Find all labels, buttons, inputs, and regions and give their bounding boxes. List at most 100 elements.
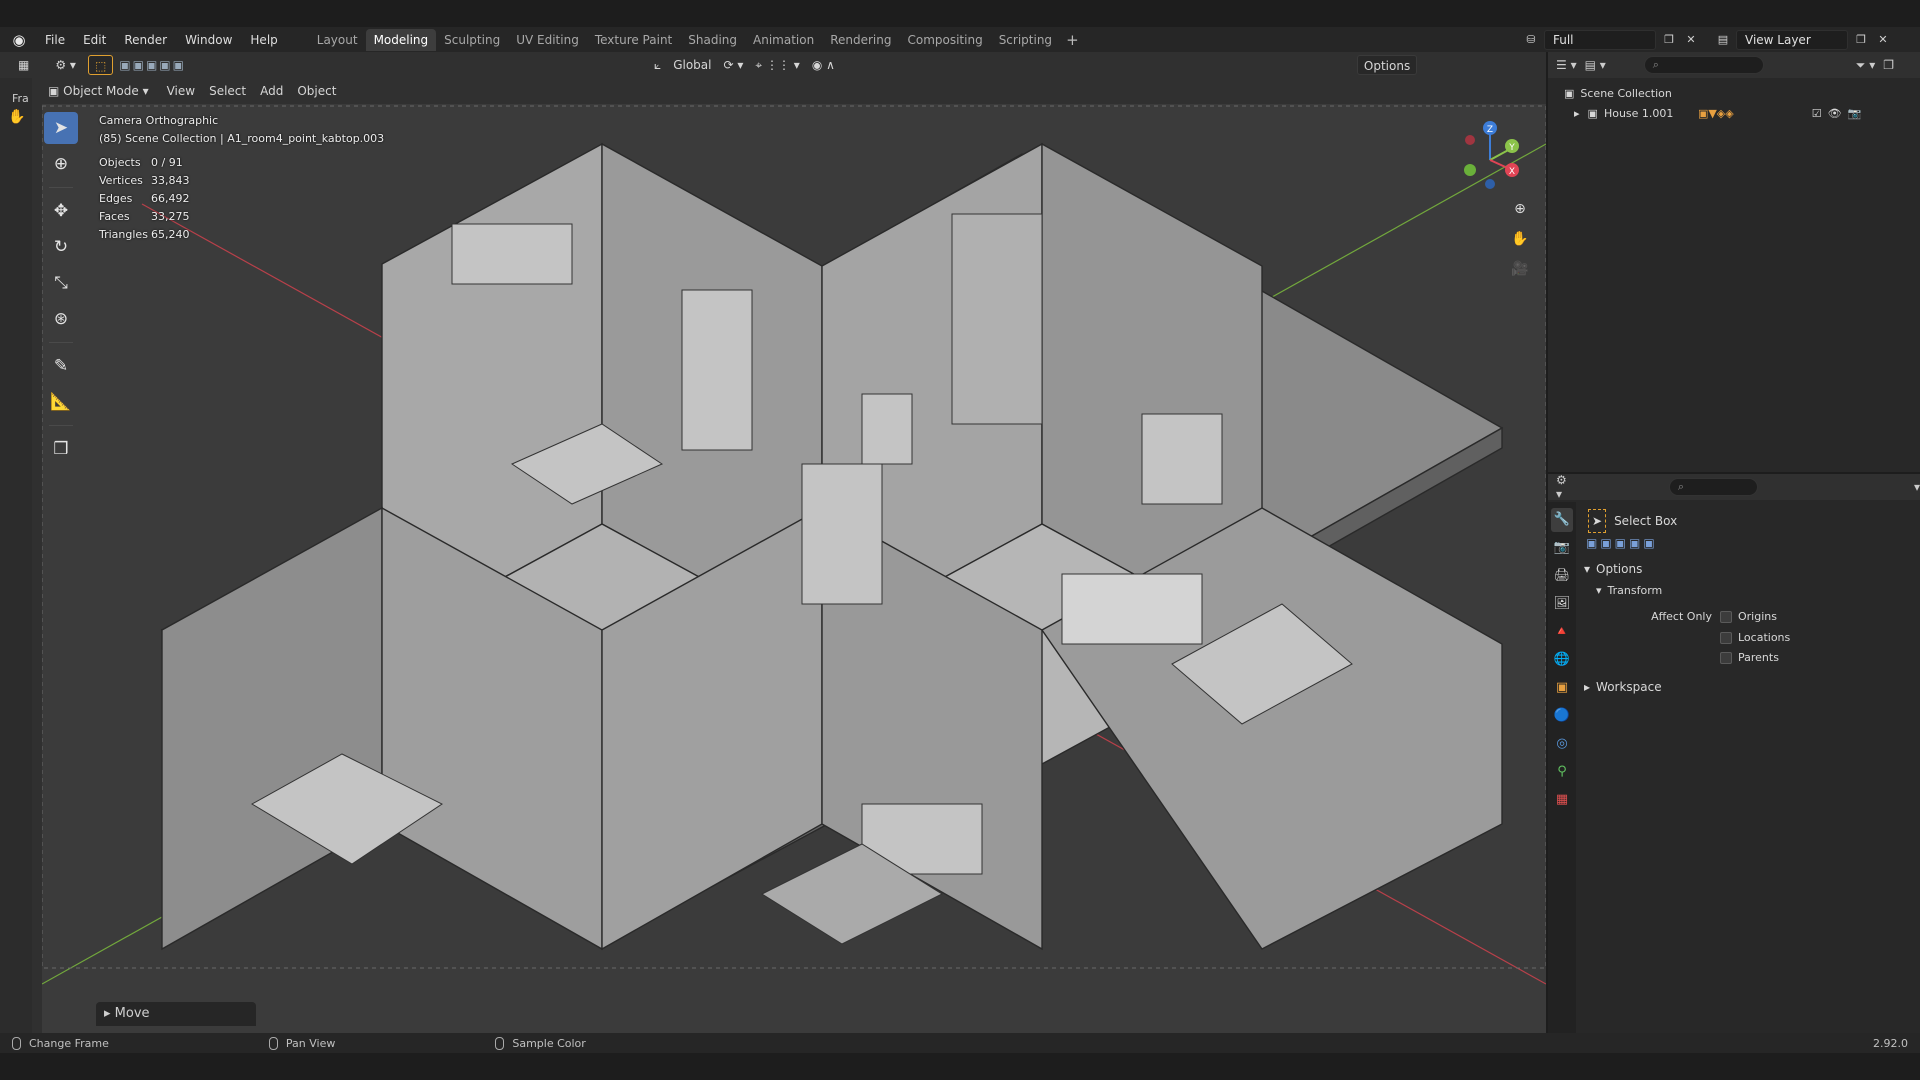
display-mode-icon[interactable]: ▤ ▾ — [1585, 58, 1606, 72]
editor-type-icon[interactable]: ▦ — [12, 55, 35, 75]
tab-modeling[interactable]: Modeling — [365, 28, 437, 51]
world-tab-icon[interactable]: 🌐 — [1551, 648, 1573, 672]
physics-tab-icon[interactable]: ◎ — [1551, 732, 1573, 756]
properties-body: ➤ Select Box ▣▣▣▣▣ ▾ Options ▾ Transform A… — [1580, 502, 1920, 698]
shower-model[interactable] — [951, 213, 1043, 425]
constraint-tab-icon[interactable]: ⚲ — [1551, 760, 1573, 784]
delete-scene-icon[interactable]: ✕ — [1682, 31, 1700, 49]
camera-view-icon[interactable]: 🎥 — [1507, 256, 1533, 282]
transform-tool-icon[interactable]: ⊛ — [44, 303, 78, 335]
origins-checkbox[interactable] — [1720, 611, 1732, 623]
pivot-point-icon[interactable]: ⟳ ▾ — [717, 55, 749, 75]
pan-view-icon[interactable]: ✋ — [1507, 226, 1533, 252]
visibility-eye-icon[interactable]: 👁 — [1828, 104, 1842, 124]
scene-name-field[interactable]: Full house_1_A1 — [1544, 29, 1656, 65]
outliner-item-house[interactable]: ▸ ▣ House 1.001 ▣▼◈◈ ☑ 👁 📷 — [1548, 104, 1920, 124]
tool-tab-icon[interactable]: 🔧 — [1551, 508, 1573, 532]
zoom-view-icon[interactable]: ⊕ — [1507, 196, 1533, 222]
scene-tab-icon[interactable]: 🔺 — [1551, 620, 1573, 644]
filter-icon[interactable]: ⏷ ▾ — [1856, 58, 1875, 73]
wardrobe-model[interactable] — [801, 463, 883, 605]
new-scene-icon[interactable]: ❐ — [1660, 31, 1678, 49]
blender-logo-icon[interactable]: ◉ — [8, 29, 30, 51]
snap-icon[interactable]: ⌖ ⋮⋮ ▾ — [749, 55, 805, 75]
scene-icon[interactable]: ⛁ — [1522, 31, 1540, 49]
add-workspace-button[interactable]: + — [1060, 29, 1085, 51]
menu-file[interactable]: File — [36, 29, 74, 51]
select-tool-icon[interactable]: ⬚ — [87, 55, 114, 75]
tab-animation[interactable]: Animation — [745, 29, 822, 51]
viewport-menu-object[interactable]: Object — [291, 81, 342, 101]
menu-edit[interactable]: Edit — [74, 29, 115, 51]
last-operator-panel[interactable]: ▸ Move — [96, 1002, 256, 1026]
left-strip-pan-icon[interactable]: ✋ — [0, 105, 32, 125]
navigation-gizmo[interactable]: Z Y X — [1450, 116, 1530, 196]
tab-compositing[interactable]: Compositing — [899, 29, 990, 51]
annotate-tool-icon[interactable]: ✎ — [44, 350, 78, 382]
outliner-editor-icon[interactable]: ☰ ▾ — [1556, 58, 1577, 72]
gizmo-neg-x-axis[interactable] — [1465, 135, 1475, 145]
menu-render[interactable]: Render — [115, 29, 176, 51]
properties-search-input[interactable]: ⌕ — [1668, 478, 1758, 496]
tool-settings-icon[interactable]: ⚙ ▾ — [49, 55, 82, 75]
selection-mode-icons[interactable]: ▣▣▣▣▣ — [113, 55, 192, 75]
viewport-menu-view[interactable]: View — [161, 81, 201, 101]
left-strip-label: Fra — [12, 92, 29, 105]
proportional-edit-icon[interactable]: ◉ ∧ — [806, 55, 841, 75]
properties-editor-icon[interactable]: ⚙ ▾ — [1556, 473, 1571, 501]
parents-checkbox[interactable] — [1720, 652, 1732, 664]
fridge-model[interactable] — [681, 289, 753, 451]
expand-arrow-icon[interactable]: ▸ — [1574, 104, 1580, 124]
move-tool-icon[interactable]: ✥ — [44, 195, 78, 227]
render-camera-icon[interactable]: 📷 — [1848, 104, 1862, 124]
measure-tool-icon[interactable]: 📐 — [44, 386, 78, 418]
tab-scripting[interactable]: Scripting — [991, 29, 1060, 51]
new-view-layer-icon[interactable]: ❐ — [1852, 31, 1870, 49]
3d-viewport[interactable] — [42, 104, 1546, 1054]
rotate-tool-icon[interactable]: ↻ — [44, 231, 78, 263]
gizmo-neg-y-axis[interactable] — [1464, 164, 1476, 176]
modifier-tab-icon[interactable]: 🔵 — [1551, 704, 1573, 728]
tab-shading[interactable]: Shading — [680, 29, 745, 51]
menu-window[interactable]: Window — [176, 29, 241, 51]
transform-subsection-header[interactable]: ▾ Transform — [1580, 580, 1920, 602]
scene-collection-row[interactable]: ▣ Scene Collection — [1548, 84, 1920, 104]
select-box-tool-icon[interactable]: ➤ — [44, 112, 78, 144]
view-layer-icon[interactable]: ▤ — [1714, 31, 1732, 49]
workspace-section-header[interactable]: ▸ Workspace — [1580, 676, 1920, 698]
upper-cabinets-model[interactable] — [451, 223, 573, 285]
options-dropdown[interactable]: Options — [1356, 55, 1418, 75]
tab-layout[interactable]: Layout — [309, 29, 366, 51]
view-layer-tab-icon[interactable]: 🖼 — [1551, 592, 1573, 616]
viewport-menu-add[interactable]: Add — [254, 81, 289, 101]
new-collection-icon[interactable]: ❐ — [1883, 58, 1894, 72]
cursor-tool-icon[interactable]: ⊕ — [44, 148, 78, 180]
locations-checkbox[interactable] — [1720, 632, 1732, 644]
include-checkbox-icon[interactable]: ☑ — [1812, 104, 1822, 124]
tab-rendering[interactable]: Rendering — [822, 29, 899, 51]
tab-sculpting[interactable]: Sculpting — [436, 29, 508, 51]
tab-uv-editing[interactable]: UV Editing — [508, 29, 587, 51]
transform-orientation-dropdown[interactable]: Global — [667, 55, 717, 75]
scale-tool-icon[interactable]: ⤡ — [44, 267, 78, 299]
selection-mode-buttons[interactable]: ▣▣▣▣▣ — [1580, 532, 1920, 554]
transform-orientation-icon[interactable]: ⟀ — [648, 55, 667, 75]
add-cube-tool-icon[interactable]: ❒ — [44, 433, 78, 465]
viewport-menu-select[interactable]: Select — [203, 81, 252, 101]
menu-help[interactable]: Help — [241, 29, 286, 51]
outliner-search-input[interactable]: ⌕ — [1643, 56, 1764, 74]
toilet-model[interactable] — [861, 393, 913, 465]
options-section-header[interactable]: ▾ Options — [1580, 558, 1920, 580]
object-mode-dropdown[interactable]: ▣ Object Mode ▾ — [42, 81, 155, 101]
tab-texture-paint[interactable]: Texture Paint — [587, 29, 680, 51]
delete-view-layer-icon[interactable]: ✕ — [1874, 31, 1892, 49]
panel-options-icon[interactable]: ▾ — [1914, 480, 1920, 494]
object-tab-icon[interactable]: ▣ — [1551, 676, 1573, 700]
gizmo-neg-z-axis[interactable] — [1485, 179, 1495, 189]
bathroom-cabinet-model[interactable] — [1141, 413, 1223, 505]
view-layer-field[interactable]: View Layer — [1736, 29, 1848, 50]
texture-tab-icon[interactable]: ▦ — [1551, 788, 1573, 812]
output-tab-icon[interactable]: 🖨 — [1551, 564, 1573, 588]
window-blind-model[interactable] — [1061, 573, 1203, 645]
render-tab-icon[interactable]: 📷 — [1551, 536, 1573, 560]
